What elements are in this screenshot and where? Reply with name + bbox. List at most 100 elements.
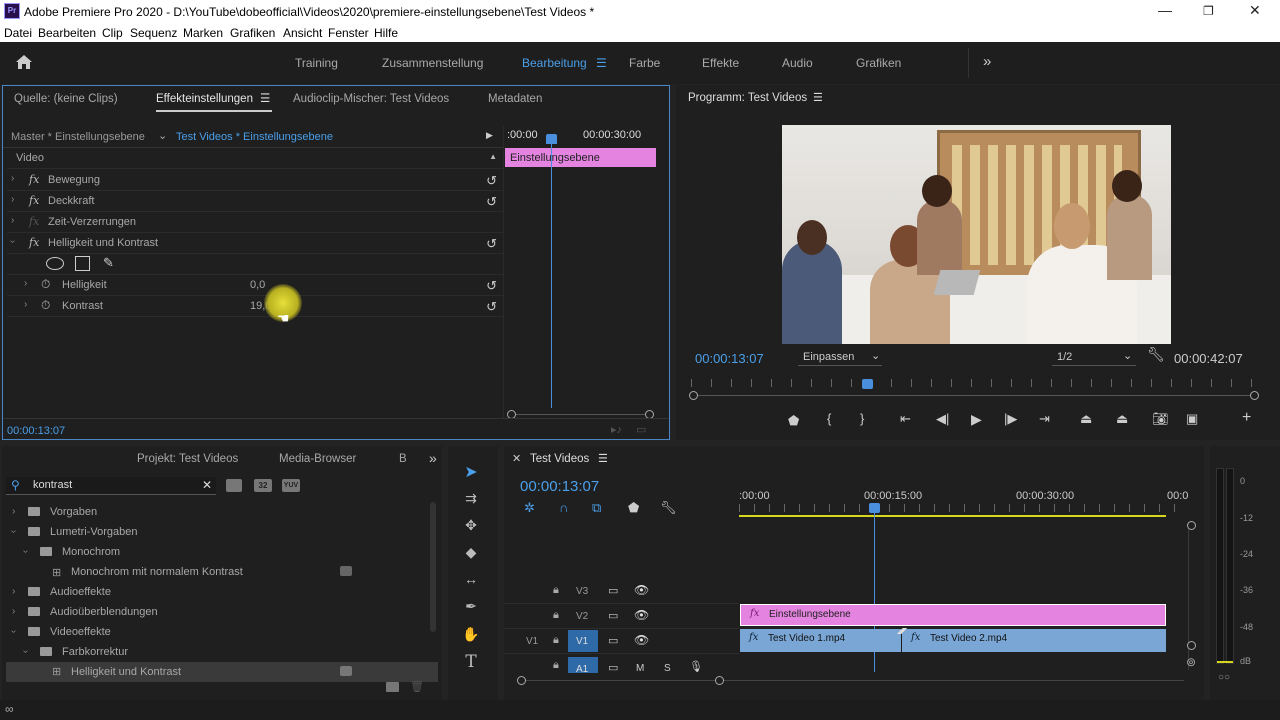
chevron-down-icon[interactable]: › [20,650,31,653]
collapse-icon[interactable]: ▲ [489,152,497,161]
snap-icon[interactable]: ∩ [559,500,568,515]
eye-icon[interactable]: 👁︎ [634,633,649,647]
chevron-right-icon[interactable]: › [24,299,27,310]
hscroll-handle-left[interactable] [517,676,526,685]
step-back-icon[interactable]: ◀| [936,411,949,427]
creative-cloud-icon[interactable]: ∞ [5,702,14,716]
step-forward-icon[interactable]: |▶ [1004,411,1017,427]
clip-test-video-1[interactable]: fx Test Video 1.mp4 [740,629,901,652]
solo-buttons[interactable]: ○○ [1218,672,1230,683]
32bit-effects-icon[interactable]: 32 [254,479,272,492]
clip-test-video-2[interactable]: fx Test Video 2.mp4 [902,629,1166,652]
more-tabs-icon[interactable]: » [429,450,437,466]
lock-icon[interactable]: 🔒︎ [553,659,559,672]
add-button-icon[interactable]: + [1242,409,1251,427]
clip-label[interactable]: Test Videos * Einstellungsebene [176,131,333,143]
sequence-tab[interactable]: Test Videos [530,453,589,465]
nest-icon[interactable]: ✲ [524,500,535,516]
lock-icon[interactable]: 🔒︎ [553,609,559,622]
tab-effekteinstellungen[interactable]: Effekteinstellungen [156,93,253,105]
tab-quelle[interactable]: Quelle: (keine Clips) [14,93,118,105]
maximize-icon[interactable]: ❐ [1203,4,1214,18]
microphone-icon[interactable]: 🎙︎ [689,660,703,673]
play-icon[interactable]: ▶ [971,411,982,428]
close-sequence-icon[interactable]: ✕ [512,452,521,465]
reset-icon[interactable]: ↺ [486,299,497,315]
mute-button[interactable]: M [636,663,644,673]
close-icon[interactable]: ✕ [1249,2,1261,19]
scrollbar[interactable] [430,502,436,632]
chevron-down-icon[interactable]: ⌄ [158,129,167,142]
workspace-audio[interactable]: Audio [782,56,813,70]
program-title[interactable]: Programm: Test Videos [688,92,807,104]
effect-row-zeit-verzerrungen[interactable]: › fx Zeit-Verzerrungen [7,212,503,233]
mark-out-icon[interactable]: } [860,411,864,426]
vscroll-handle-top[interactable] [1187,521,1196,530]
panel-menu-icon[interactable]: ☰ [813,91,823,104]
reset-icon[interactable]: ↺ [486,194,497,210]
go-to-out-icon[interactable]: ⇥ [1039,411,1050,427]
type-tool-icon[interactable]: T [460,652,482,674]
mark-in-icon[interactable]: { [827,411,831,426]
tree-item[interactable]: ⊞ Monochrom mit normalem Kontrast [6,562,438,582]
program-playhead[interactable] [862,379,873,389]
timeline-settings-icon[interactable]: 🔧︎ [660,500,677,516]
tab-media-browser[interactable]: Media-Browser [279,453,356,465]
tab-audioclip-mischer[interactable]: Audioclip-Mischer: Test Videos [293,93,449,105]
reset-icon[interactable]: ↺ [486,278,497,294]
stopwatch-icon[interactable]: ⏱ [41,277,50,292]
extract-icon[interactable]: ⏏ [1116,411,1128,427]
sync-lock-icon[interactable]: ▭ [608,661,618,673]
track-select-tool-icon[interactable]: ⇉ [460,490,482,512]
program-timecode[interactable]: 00:00:13:07 [695,351,764,366]
home-icon[interactable] [15,54,33,70]
quality-dropdown[interactable]: 1/2 ⌄ [1052,349,1136,366]
lift-icon[interactable]: ⏏ [1080,411,1092,427]
slip-tool-icon[interactable]: ↔ [460,571,482,593]
wrench-icon[interactable]: 🔧︎ [1147,346,1165,363]
eye-icon[interactable]: 👁︎ [634,608,649,622]
ellipse-mask-icon[interactable] [46,257,64,270]
hand-tool-icon[interactable]: ✋ [460,626,482,648]
chevron-right-icon[interactable]: › [24,278,27,289]
chevron-right-icon[interactable]: › [12,606,15,617]
workspace-menu-icon[interactable]: ☰ [596,56,607,70]
menu-bearbeiten[interactable]: Bearbeiten [38,26,96,40]
menu-hilfe[interactable]: Hilfe [374,26,398,40]
tree-item[interactable]: › Farbkorrektur [6,642,438,662]
yuv-effects-icon[interactable]: YUV [282,479,300,492]
razor-tool-icon[interactable]: ◆ [460,544,482,566]
add-marker-icon[interactable]: ⬟ [788,413,799,429]
work-area-bar[interactable] [739,515,1166,517]
pen-mask-icon[interactable]: ✎ [103,255,114,271]
menu-marken[interactable]: Marken [183,26,223,40]
stopwatch-icon[interactable]: ⏱ [41,298,50,313]
tab-metadaten[interactable]: Metadaten [488,93,542,105]
chevron-right-icon[interactable]: › [12,506,15,517]
effect-row-helligkeit-kontrast[interactable]: › fx Helligkeit und Kontrast ↺ [7,233,503,254]
workspace-zusammenstellung[interactable]: Zusammenstellung [382,56,483,70]
sync-lock-icon[interactable]: ▭ [608,584,618,597]
search-input[interactable]: kontrast [33,479,72,491]
tab-projekt[interactable]: Projekt: Test Videos [137,453,238,465]
sync-lock-icon[interactable]: ▭ [608,634,618,647]
reset-icon[interactable]: ↺ [486,236,497,252]
search-field[interactable]: ⚲ kontrast ✕ [6,477,216,495]
tree-item[interactable]: › Videoeffekte [6,622,438,642]
new-folder-icon[interactable] [386,682,399,692]
effect-timecode[interactable]: 00:00:13:07 [7,425,65,437]
linked-selection-icon[interactable]: ⧉ [592,500,601,516]
pen-tool-icon[interactable]: ✒ [460,598,482,620]
menu-sequenz[interactable]: Sequenz [130,26,177,40]
tree-item[interactable]: › Monochrom [6,542,438,562]
video-frame[interactable] [782,125,1171,344]
menu-ansicht[interactable]: Ansicht [283,26,322,40]
fx-icon[interactable]: fx [29,173,39,186]
chevron-down-icon[interactable]: › [20,550,31,553]
source-track-patch[interactable]: V1 [526,636,538,647]
selection-tool-icon[interactable]: ➤ [460,462,482,484]
menu-datei[interactable]: Datei [4,26,32,40]
fx-icon[interactable]: fx [29,194,39,207]
tree-item[interactable]: › Lumetri-Vorgaben [6,522,438,542]
vscroll-handle-bottom[interactable] [1187,641,1196,650]
